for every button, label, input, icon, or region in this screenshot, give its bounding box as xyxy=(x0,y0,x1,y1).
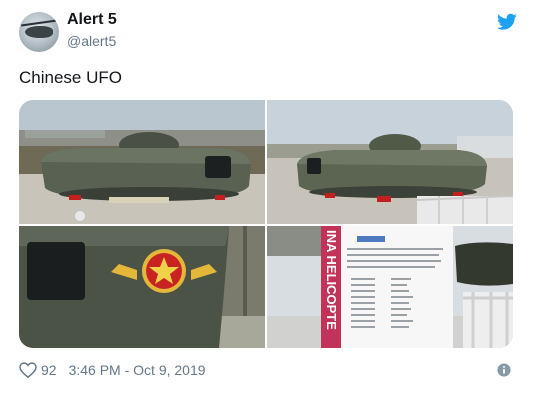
avatar-helicopter xyxy=(25,26,53,38)
photo-ufo-front-image xyxy=(19,100,265,224)
info-icon[interactable] xyxy=(497,363,511,377)
tweet-timestamp[interactable]: 3:46 PM - Oct 9, 2019 xyxy=(69,362,206,378)
author-avatar[interactable] xyxy=(19,12,59,52)
photo-ufo-emblem-image xyxy=(19,226,265,348)
twitter-bird-icon[interactable] xyxy=(497,13,517,31)
sign-vertical-text: INA HELICOPTE xyxy=(324,230,339,330)
tweet-text: Chinese UFO xyxy=(19,68,122,87)
heart-icon[interactable] xyxy=(19,362,37,378)
author-name[interactable]: Alert 5 xyxy=(67,11,117,29)
author-handle[interactable]: @alert5 xyxy=(67,33,116,49)
media-grid[interactable]: INA HELICOPTE xyxy=(19,100,513,348)
photo-ufo-emblem[interactable] xyxy=(19,226,265,348)
tweet-footer: 92 3:46 PM - Oct 9, 2019 xyxy=(19,362,206,378)
photo-ufo-side-image xyxy=(267,100,513,224)
photo-info-sign[interactable]: INA HELICOPTE xyxy=(267,226,513,348)
photo-ufo-side[interactable] xyxy=(267,100,513,224)
like-count: 92 xyxy=(41,362,57,378)
photo-ufo-front[interactable] xyxy=(19,100,265,224)
photo-info-sign-image: INA HELICOPTE xyxy=(267,226,513,348)
